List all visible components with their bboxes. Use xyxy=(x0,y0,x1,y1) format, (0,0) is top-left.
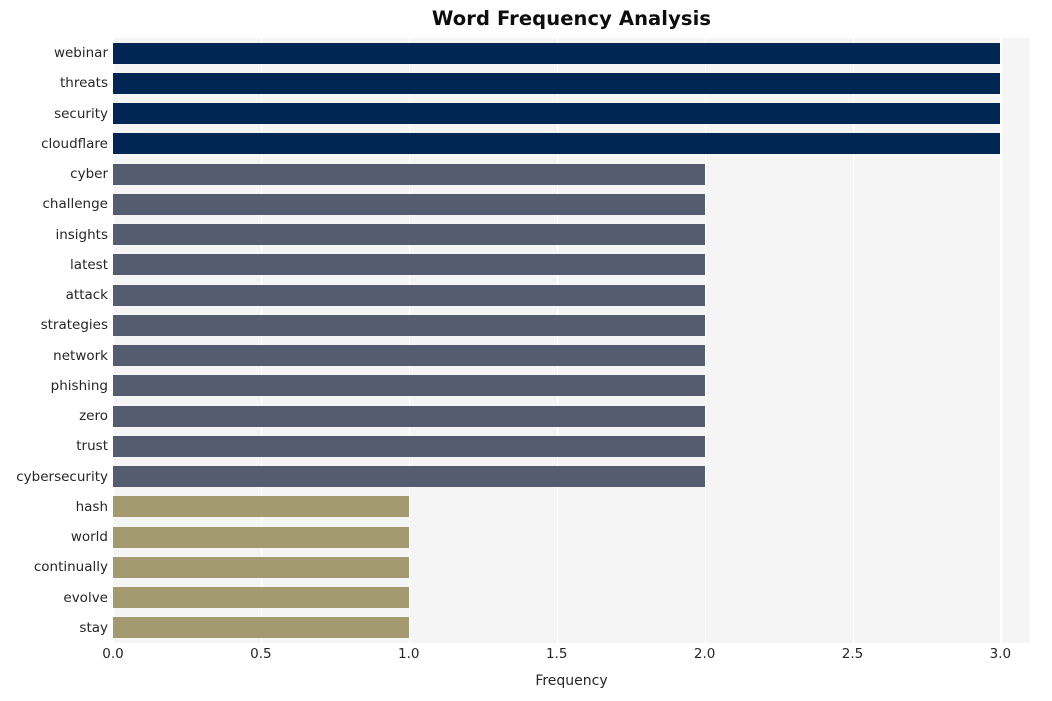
x-axis-label: Frequency xyxy=(535,673,608,689)
y-tick-label-trust: trust xyxy=(76,438,108,455)
bar-evolve[interactable] xyxy=(113,587,409,609)
bar-phishing[interactable] xyxy=(113,375,705,397)
bar-threats[interactable] xyxy=(113,72,1001,94)
bar-continually[interactable] xyxy=(113,556,409,578)
bar-stay[interactable] xyxy=(113,617,409,639)
y-tick-label-network: network xyxy=(53,347,108,364)
bar-latest[interactable] xyxy=(113,254,705,276)
bar-cloudflare[interactable] xyxy=(113,133,1001,155)
gridline-x-0.5 xyxy=(260,38,263,643)
bar-network[interactable] xyxy=(113,345,705,367)
x-tick-label-3.0: 3.0 xyxy=(989,646,1012,662)
bar-zero[interactable] xyxy=(113,405,705,427)
x-tick-label-2.0: 2.0 xyxy=(693,646,716,662)
bar-world[interactable] xyxy=(113,526,409,548)
x-tick-label-1.0: 1.0 xyxy=(398,646,420,662)
gridline-x-2.0 xyxy=(704,38,706,643)
bar-insights[interactable] xyxy=(113,224,705,246)
y-tick-label-security: security xyxy=(54,105,108,122)
y-tick-label-cybersecurity: cybersecurity xyxy=(16,468,108,485)
y-axis-tick-labels: webinar threats security cloudflare cyber cha… xyxy=(0,38,108,643)
y-tick-label-cyber: cyber xyxy=(70,166,108,183)
y-tick-label-threats: threats xyxy=(59,75,108,92)
y-tick-label-attack: attack xyxy=(65,287,108,304)
y-tick-label-challenge: challenge xyxy=(42,196,109,213)
y-tick-label-webinar: webinar xyxy=(53,45,108,62)
x-axis-tick-labels: 0.0 0.5 1.0 1.5 2.0 2.5 3.0 xyxy=(0,645,1052,667)
y-tick-label-strategies: strategies xyxy=(40,317,108,334)
y-tick-label-continually: continually xyxy=(33,559,108,576)
bar-challenge[interactable] xyxy=(113,193,705,215)
gridline-x-1.5 xyxy=(556,38,558,643)
x-tick-label-1.5: 1.5 xyxy=(545,646,568,662)
bar-strategies[interactable] xyxy=(113,314,705,336)
y-tick-label-stay: stay xyxy=(79,619,108,636)
y-tick-label-phishing: phishing xyxy=(50,377,108,394)
x-tick-label-0.0: 0.0 xyxy=(102,646,124,662)
y-tick-label-evolve: evolve xyxy=(63,589,108,606)
bar-hash[interactable] xyxy=(113,496,409,518)
bar-cyber[interactable] xyxy=(113,163,705,185)
gridline-x-0.0 xyxy=(113,38,115,643)
y-tick-label-world: world xyxy=(70,529,108,546)
bar-attack[interactable] xyxy=(113,284,705,306)
y-tick-label-insights: insights xyxy=(55,226,108,243)
gridline-x-3.0 xyxy=(1000,38,1002,643)
plot-area xyxy=(113,38,1030,643)
gridline-x-1.0 xyxy=(408,38,411,643)
chart-figure: Word Frequency Analysis webinar threats se… xyxy=(0,0,1052,701)
x-tick-label-0.5: 0.5 xyxy=(250,646,272,662)
y-tick-label-cloudflare: cloudflare xyxy=(41,135,108,152)
bar-webinar[interactable] xyxy=(113,42,1001,64)
x-tick-label-2.5: 2.5 xyxy=(841,646,864,662)
bar-cybersecurity[interactable] xyxy=(113,466,705,488)
y-tick-label-zero: zero xyxy=(79,408,108,425)
chart-title: Word Frequency Analysis xyxy=(431,7,712,30)
y-tick-label-hash: hash xyxy=(75,498,108,515)
bar-trust[interactable] xyxy=(113,435,705,457)
gridline-x-2.5 xyxy=(852,38,854,643)
y-tick-label-latest: latest xyxy=(70,256,108,273)
bar-security[interactable] xyxy=(113,103,1001,125)
